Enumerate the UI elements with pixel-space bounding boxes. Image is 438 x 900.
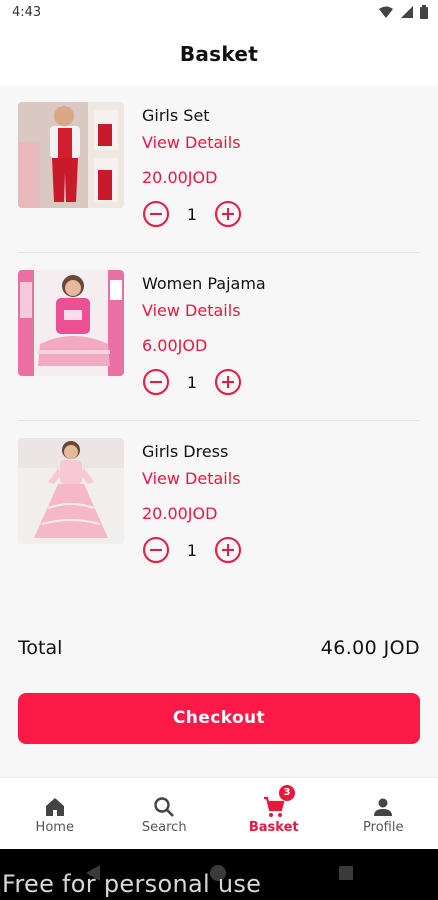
total-label: Total bbox=[18, 637, 63, 659]
basket-badge: 3 bbox=[279, 785, 295, 801]
item-name: Girls Set bbox=[142, 106, 210, 125]
status-time: 4:43 bbox=[12, 5, 42, 20]
product-image[interactable] bbox=[18, 270, 124, 376]
plus-circle-icon[interactable] bbox=[214, 368, 242, 396]
quantity-stepper: 1 bbox=[142, 536, 242, 564]
item-price: 20.00JOD bbox=[142, 504, 218, 523]
divider bbox=[18, 420, 420, 421]
nav-home[interactable]: Home bbox=[0, 778, 110, 850]
basket-item: Women Pajama View Details 6.00JOD 1 bbox=[0, 270, 438, 420]
page-title: Basket bbox=[179, 42, 259, 66]
recents-icon[interactable] bbox=[338, 865, 354, 881]
view-details-link[interactable]: View Details bbox=[142, 301, 241, 320]
basket-item: Girls Dress View Details 20.00JOD 1 bbox=[0, 438, 438, 588]
minus-circle-icon[interactable] bbox=[142, 368, 170, 396]
wifi-icon bbox=[379, 6, 393, 18]
product-image[interactable] bbox=[18, 102, 124, 208]
person-icon bbox=[374, 798, 393, 816]
nav-profile-label: Profile bbox=[363, 820, 404, 835]
nav-search[interactable]: Search bbox=[110, 778, 220, 850]
nav-home-label: Home bbox=[35, 820, 74, 835]
plus-circle-icon[interactable] bbox=[214, 200, 242, 228]
item-name: Girls Dress bbox=[142, 442, 229, 461]
minus-circle-icon[interactable] bbox=[142, 200, 170, 228]
plus-circle-icon[interactable] bbox=[214, 536, 242, 564]
quantity-stepper: 1 bbox=[142, 200, 242, 228]
view-details-link[interactable]: View Details bbox=[142, 469, 241, 488]
quantity-stepper: 1 bbox=[142, 368, 242, 396]
status-bar: 4:43 bbox=[0, 0, 438, 28]
basket-list: Girls Set View Details 20.00JOD 1 Women … bbox=[0, 86, 438, 777]
bottom-nav: Home Search 3 Basket Profile bbox=[0, 777, 438, 849]
total-value: 46.00 JOD bbox=[320, 637, 420, 659]
divider bbox=[18, 252, 420, 253]
item-price: 20.00JOD bbox=[142, 168, 218, 187]
basket-item: Girls Set View Details 20.00JOD 1 bbox=[0, 102, 438, 252]
quantity-value: 1 bbox=[186, 204, 198, 224]
nav-basket[interactable]: 3 Basket bbox=[219, 778, 329, 850]
product-image[interactable] bbox=[18, 438, 124, 544]
quantity-value: 1 bbox=[186, 372, 198, 392]
quantity-value: 1 bbox=[186, 540, 198, 560]
signal-icon bbox=[401, 6, 413, 18]
app-header: Basket bbox=[0, 28, 438, 86]
search-icon bbox=[154, 797, 175, 817]
nav-profile[interactable]: Profile bbox=[329, 778, 438, 850]
item-price: 6.00JOD bbox=[142, 336, 208, 355]
home-icon bbox=[45, 798, 64, 816]
nav-basket-label: Basket bbox=[248, 820, 299, 835]
status-icons bbox=[378, 5, 428, 19]
minus-circle-icon[interactable] bbox=[142, 536, 170, 564]
checkout-button[interactable]: Checkout bbox=[18, 693, 420, 744]
item-name: Women Pajama bbox=[142, 274, 266, 293]
battery-icon bbox=[420, 5, 428, 19]
watermark-text: Free for personal use bbox=[2, 870, 262, 898]
view-details-link[interactable]: View Details bbox=[142, 133, 241, 152]
nav-search-label: Search bbox=[141, 820, 187, 835]
